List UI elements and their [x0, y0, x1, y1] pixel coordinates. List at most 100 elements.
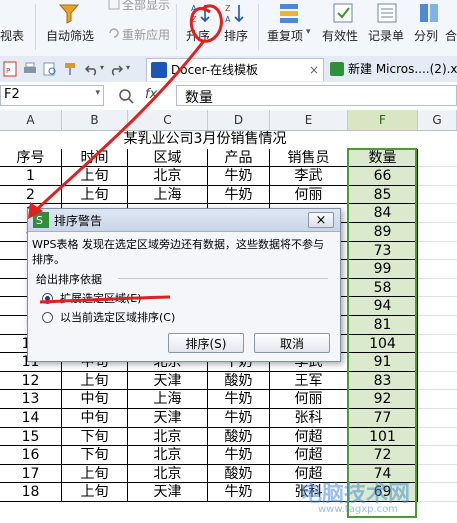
tab-docer[interactable]: Docer-在线模板 ×: [146, 58, 324, 81]
table-cell[interactable]: 58: [348, 278, 418, 298]
table-cell[interactable]: [418, 409, 457, 428]
close-tab-icon[interactable]: ×: [309, 59, 319, 81]
table-cell[interactable]: 王军: [270, 371, 348, 391]
table-cell[interactable]: 89: [348, 223, 418, 242]
table-cell[interactable]: [418, 446, 457, 465]
dialog-titlebar[interactable]: S 排序警告 ×: [28, 209, 340, 232]
duplicates-button[interactable]: 重复项: [267, 27, 303, 44]
show-all-button[interactable]: 全部显示: [122, 0, 170, 13]
cancel-button[interactable]: 取消: [254, 333, 330, 353]
auto-filter-button[interactable]: 自动筛选: [46, 27, 94, 44]
split-column-icon[interactable]: [418, 2, 440, 24]
undo-icon[interactable]: [84, 61, 100, 77]
table-cell[interactable]: 73: [348, 241, 418, 261]
column-header-d[interactable]: D: [208, 110, 270, 130]
table-cell[interactable]: 北京: [128, 464, 208, 484]
table-cell[interactable]: 99: [348, 260, 418, 279]
table-cell[interactable]: 下旬: [62, 446, 128, 465]
table-cell[interactable]: 上旬: [62, 185, 128, 205]
header-cell[interactable]: 产品: [208, 148, 270, 168]
table-cell[interactable]: 张科: [270, 409, 348, 428]
table-cell[interactable]: [418, 260, 457, 279]
fx-icon[interactable]: fx: [145, 87, 157, 102]
split-column-button[interactable]: 分列: [414, 27, 438, 44]
column-header-f[interactable]: F: [348, 110, 418, 130]
reapply-button[interactable]: 重新应用: [122, 26, 170, 43]
table-cell[interactable]: 牛奶: [208, 185, 270, 205]
tab-workbook[interactable]: 新建 Micros....(2).x: [326, 58, 457, 80]
table-cell[interactable]: 13: [0, 390, 62, 409]
table-cell[interactable]: 84: [348, 204, 418, 223]
table-cell[interactable]: 91: [348, 353, 418, 372]
table-cell[interactable]: 酸奶: [208, 371, 270, 391]
name-box[interactable]: F2 ▾: [0, 85, 104, 106]
table-cell[interactable]: 14: [0, 409, 62, 428]
table-cell[interactable]: [418, 465, 457, 484]
table-cell[interactable]: 天津: [128, 483, 208, 502]
table-cell[interactable]: 天津: [128, 371, 208, 391]
more-button[interactable]: 合: [445, 27, 457, 44]
undo-dropdown-icon[interactable]: ▾: [100, 63, 104, 72]
header-cell[interactable]: 时间: [62, 148, 128, 168]
table-cell[interactable]: 18: [0, 483, 62, 502]
table-cell[interactable]: 17: [0, 464, 62, 484]
header-cell[interactable]: 数量: [348, 148, 418, 168]
header-cell[interactable]: 销售员: [270, 148, 348, 168]
table-cell[interactable]: 中旬: [62, 409, 128, 428]
formula-input[interactable]: 数量: [176, 85, 457, 106]
records-icon[interactable]: [376, 2, 398, 24]
table-cell[interactable]: 牛奶: [208, 167, 270, 186]
table-cell[interactable]: [418, 390, 457, 409]
table-cell[interactable]: 何丽: [270, 390, 348, 409]
table-cell[interactable]: 104: [348, 334, 418, 354]
redo-dropdown-icon[interactable]: ▾: [126, 63, 130, 72]
table-cell[interactable]: 上海: [128, 185, 208, 205]
table-cell[interactable]: 牛奶: [208, 446, 270, 465]
table-cell[interactable]: 北京: [128, 446, 208, 465]
table-cell[interactable]: 何超: [270, 446, 348, 465]
table-cell[interactable]: [418, 204, 457, 223]
duplicates-dropdown-icon[interactable]: ▾: [306, 27, 311, 37]
view-label[interactable]: 视表: [0, 27, 24, 44]
table-cell[interactable]: [418, 428, 457, 447]
column-header-g[interactable]: G: [418, 110, 457, 130]
table-cell[interactable]: 2: [0, 185, 62, 205]
table-cell[interactable]: 中旬: [62, 390, 128, 409]
table-cell[interactable]: [418, 372, 457, 391]
table-cell[interactable]: 上旬: [62, 371, 128, 391]
table-cell[interactable]: 何丽: [270, 185, 348, 205]
redo-icon[interactable]: [108, 61, 124, 77]
table-cell[interactable]: [418, 186, 457, 205]
column-header-b[interactable]: B: [62, 110, 128, 130]
zoom-icon[interactable]: [118, 88, 134, 104]
table-cell[interactable]: 上旬: [62, 167, 128, 186]
table-cell[interactable]: 92: [348, 390, 418, 409]
header-cell[interactable]: 序号: [0, 148, 62, 168]
sort-button[interactable]: 排序(S): [168, 333, 244, 353]
table-cell[interactable]: 上海: [128, 390, 208, 409]
validity-icon[interactable]: [332, 2, 354, 24]
table-cell[interactable]: 72: [348, 446, 418, 465]
table-cell[interactable]: [418, 242, 457, 261]
sort-descending-icon[interactable]: Z A: [224, 2, 246, 24]
table-cell[interactable]: 77: [348, 409, 418, 428]
header-cell[interactable]: 区域: [128, 148, 208, 168]
print-preview-icon[interactable]: [42, 61, 58, 77]
table-cell[interactable]: [418, 335, 457, 354]
table-cell[interactable]: [418, 167, 457, 186]
table-cell[interactable]: 上旬: [62, 483, 128, 502]
validity-button[interactable]: 有效性: [322, 27, 358, 44]
table-cell[interactable]: 牛奶: [208, 409, 270, 428]
format-painter-icon[interactable]: [62, 61, 78, 77]
table-cell[interactable]: [418, 483, 457, 502]
table-cell[interactable]: 85: [348, 185, 418, 205]
current-selection-radio[interactable]: [42, 312, 53, 323]
column-header-c[interactable]: C: [128, 110, 208, 130]
table-cell[interactable]: 12: [0, 371, 62, 391]
table-cell[interactable]: 北京: [128, 167, 208, 186]
print-icon[interactable]: [22, 61, 38, 77]
table-cell[interactable]: 李武: [270, 167, 348, 186]
sheet-title[interactable]: 某乳业公司3月份销售情况: [62, 130, 348, 149]
table-cell[interactable]: 牛奶: [208, 483, 270, 502]
table-cell[interactable]: 15: [0, 427, 62, 447]
